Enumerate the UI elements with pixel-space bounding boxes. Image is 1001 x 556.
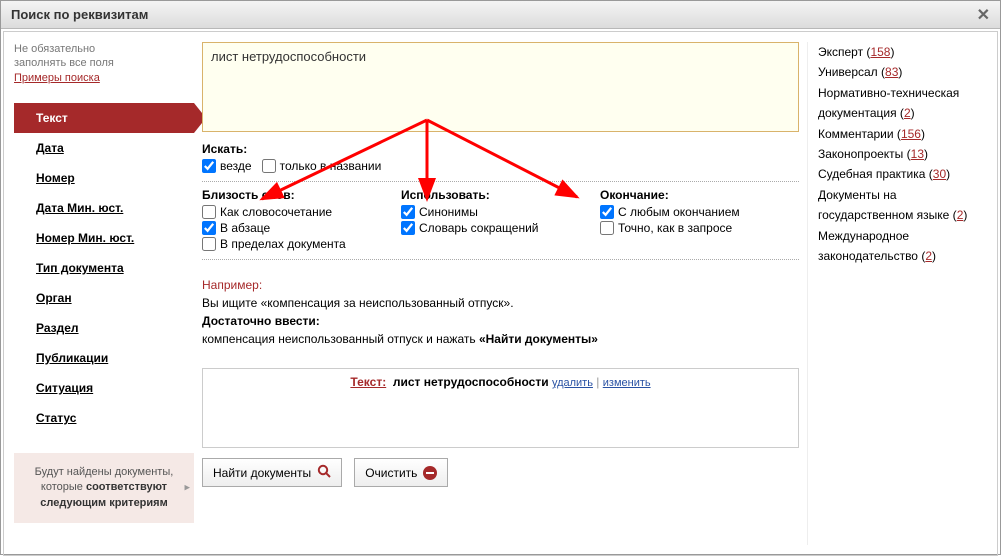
search-by-requisites-window: Поиск по реквизитам ✕ Не обязательно зап… bbox=[0, 0, 1001, 555]
cat-item: Международное законодательство (2) bbox=[818, 226, 987, 267]
cb-exact-ending[interactable]: Точно, как в запросе bbox=[600, 221, 799, 235]
main-panel: лист нетрудоспособности Искать: везде то… bbox=[202, 42, 799, 545]
nav-tab-publications[interactable]: Публикации bbox=[14, 343, 194, 373]
cat-link[interactable]: 2 bbox=[925, 249, 932, 263]
criteria-bar[interactable]: Текст: лист нетрудоспособности удалить |… bbox=[202, 368, 799, 448]
clear-button[interactable]: Очистить bbox=[354, 458, 448, 487]
cat-item: Документы на государственном языке (2) bbox=[818, 185, 987, 226]
criteria-label: Текст: bbox=[350, 375, 386, 389]
example-header: Например: bbox=[202, 278, 262, 292]
nav-tab-date[interactable]: Дата bbox=[14, 133, 194, 163]
titlebar: Поиск по реквизитам ✕ bbox=[1, 1, 1000, 29]
cat-link[interactable]: 30 bbox=[933, 167, 946, 181]
cat-link[interactable]: 158 bbox=[870, 45, 890, 59]
cb-synonyms[interactable]: Синонимы bbox=[401, 205, 600, 219]
nav-tab-authority[interactable]: Орган bbox=[14, 283, 194, 313]
nav-tab-section[interactable]: Раздел bbox=[14, 313, 194, 343]
ending-group: Окончание: С любым окончанием Точно, как… bbox=[600, 188, 799, 253]
cat-item: Эксперт (158) bbox=[818, 42, 987, 62]
criteria-delete-link[interactable]: удалить bbox=[552, 377, 593, 389]
cat-item: Комментарии (156) bbox=[818, 124, 987, 144]
find-button[interactable]: Найти документы bbox=[202, 458, 342, 487]
nav-tab-minjust-number[interactable]: Номер Мин. юст. bbox=[14, 223, 194, 253]
nav-tab-status[interactable]: Статус bbox=[14, 403, 194, 433]
cb-abbrev[interactable]: Словарь сокращений bbox=[401, 221, 600, 235]
cb-paragraph[interactable]: В абзаце bbox=[202, 221, 401, 235]
search-icon bbox=[317, 464, 331, 481]
query-input[interactable]: лист нетрудоспособности bbox=[202, 42, 799, 132]
nav-tab-minjust-date[interactable]: Дата Мин. юст. bbox=[14, 193, 194, 223]
cat-link[interactable]: 83 bbox=[885, 65, 898, 79]
button-row: Найти документы Очистить bbox=[202, 458, 799, 487]
cat-item: Универсал (83) bbox=[818, 62, 987, 82]
cb-title-only[interactable]: только в названии bbox=[262, 159, 382, 173]
cat-link[interactable]: 2 bbox=[957, 208, 964, 222]
nav-tab-situation[interactable]: Ситуация bbox=[14, 373, 194, 403]
use-label: Использовать: bbox=[401, 188, 600, 202]
ending-label: Окончание: bbox=[600, 188, 799, 202]
example-block: Например: Вы ищите «компенсация за неисп… bbox=[202, 276, 799, 348]
cat-item: Законопроекты (13) bbox=[818, 144, 987, 164]
criteria-edit-link[interactable]: изменить bbox=[603, 377, 651, 389]
options-columns: Близость слов: Как словосочетание В абза… bbox=[202, 188, 799, 253]
cat-item: Нормативно-техническая документация (2) bbox=[818, 83, 987, 124]
window-title: Поиск по реквизитам bbox=[11, 7, 148, 22]
proximity-label: Близость слов: bbox=[202, 188, 401, 202]
search-in-group: Искать: везде только в названии bbox=[202, 142, 799, 188]
cat-link[interactable]: 13 bbox=[911, 147, 924, 161]
cat-item: Судебная практика (30) bbox=[818, 164, 987, 184]
proximity-group: Близость слов: Как словосочетание В абза… bbox=[202, 188, 401, 253]
examples-link[interactable]: Примеры поиска bbox=[14, 72, 100, 84]
cb-phrase[interactable]: Как словосочетание bbox=[202, 205, 401, 219]
nav-tab-number[interactable]: Номер bbox=[14, 163, 194, 193]
nav-tab-text[interactable]: Текст bbox=[14, 103, 194, 133]
close-icon[interactable]: ✕ bbox=[977, 5, 990, 25]
cb-everywhere[interactable]: везде bbox=[202, 159, 252, 173]
search-in-label: Искать: bbox=[202, 142, 799, 156]
sidebar-right: Эксперт (158) Универсал (83) Нормативно-… bbox=[807, 42, 987, 545]
criteria-value: лист нетрудоспособности bbox=[393, 375, 549, 389]
criteria-summary-hint[interactable]: Будут найдены документы, которые соответ… bbox=[14, 453, 194, 523]
cat-link[interactable]: 156 bbox=[901, 127, 921, 141]
use-group: Использовать: Синонимы Словарь сокращени… bbox=[401, 188, 600, 253]
cb-any-ending[interactable]: С любым окончанием bbox=[600, 205, 799, 219]
cb-document[interactable]: В пределах документа bbox=[202, 237, 401, 251]
clear-icon bbox=[423, 466, 437, 480]
cat-link[interactable]: 2 bbox=[904, 106, 911, 120]
nav-tab-doc-type[interactable]: Тип документа bbox=[14, 253, 194, 283]
nav-tabs: Текст Дата Номер Дата Мин. юст. Номер Ми… bbox=[14, 103, 194, 433]
sidebar-left: Не обязательно заполнять все поля Пример… bbox=[14, 42, 194, 545]
hint-text: Не обязательно заполнять все поля Пример… bbox=[14, 42, 194, 85]
content-area: Не обязательно заполнять все поля Пример… bbox=[3, 31, 998, 556]
